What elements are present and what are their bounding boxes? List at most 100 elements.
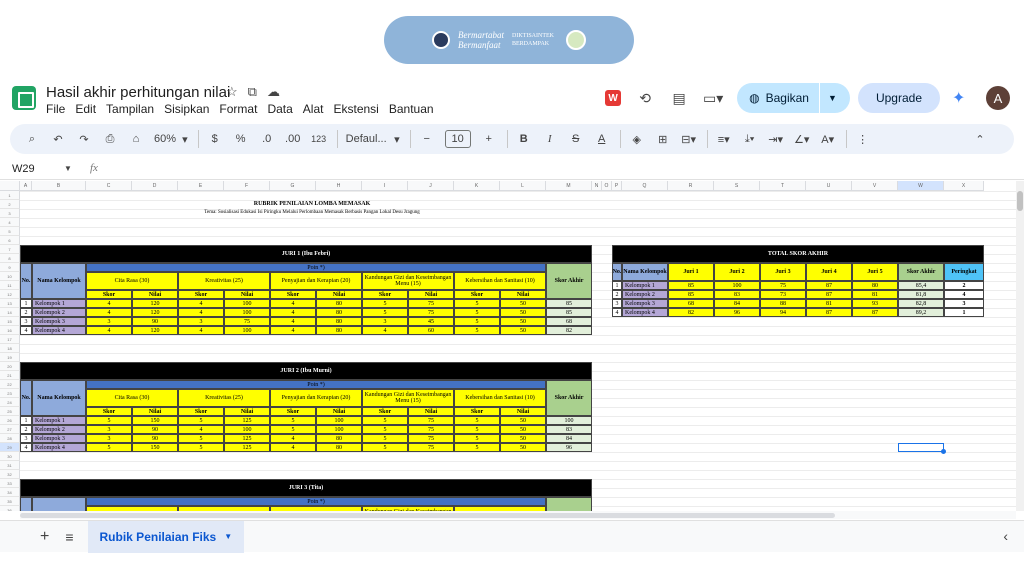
total-cell[interactable]: 83: [714, 290, 760, 299]
row-header[interactable]: 12: [0, 290, 20, 299]
nilai-header[interactable]: Nilai: [132, 407, 178, 416]
score-cell[interactable]: 5: [86, 443, 132, 452]
score-cell[interactable]: 50: [500, 434, 546, 443]
final-score-cell[interactable]: 85: [546, 308, 592, 317]
text-wrap-icon[interactable]: ⇥▾: [768, 133, 784, 146]
gemini-icon[interactable]: ✦: [952, 88, 972, 108]
row-number[interactable]: 3: [20, 434, 32, 443]
nilai-header[interactable]: Nilai: [316, 407, 362, 416]
score-cell[interactable]: 5: [178, 416, 224, 425]
score-cell[interactable]: 4: [270, 326, 316, 335]
score-cell[interactable]: 4: [362, 326, 408, 335]
score-cell[interactable]: 80: [316, 326, 362, 335]
row-number[interactable]: 2: [20, 308, 32, 317]
score-cell[interactable]: 100: [224, 425, 270, 434]
column-header[interactable]: B: [32, 181, 86, 191]
row-header[interactable]: 7: [0, 245, 20, 254]
total-cell[interactable]: 100: [714, 281, 760, 290]
score-cell[interactable]: 4: [86, 308, 132, 317]
final-score-cell[interactable]: 83: [546, 425, 592, 434]
score-cell[interactable]: 50: [500, 326, 546, 335]
score-cell[interactable]: 5: [362, 299, 408, 308]
paint-format-icon[interactable]: ⌂: [128, 133, 144, 145]
total-cell[interactable]: 85: [668, 281, 714, 290]
total-cell[interactable]: 81: [852, 290, 898, 299]
score-cell[interactable]: 125: [224, 443, 270, 452]
criteria-header[interactable]: Kandungan Gizi dan Keseimbangan Menu (15…: [362, 272, 454, 290]
score-cell[interactable]: 5: [270, 425, 316, 434]
score-cell[interactable]: 4: [86, 299, 132, 308]
score-cell[interactable]: 100: [316, 416, 362, 425]
skor-header[interactable]: Skor: [454, 407, 500, 416]
total-cell[interactable]: 2: [944, 281, 984, 290]
vertical-align-icon[interactable]: ⤓▾: [742, 133, 758, 146]
font-size-input[interactable]: 10: [444, 130, 471, 148]
row-header[interactable]: 6: [0, 236, 20, 245]
score-cell[interactable]: 50: [500, 308, 546, 317]
score-cell[interactable]: 3: [86, 317, 132, 326]
document-title[interactable]: Hasil akhir perhitungan nilai: [46, 84, 230, 101]
column-header[interactable]: Q: [622, 181, 668, 191]
score-cell[interactable]: 120: [132, 299, 178, 308]
tab-rubik-penilaian-fiks[interactable]: Rubik Penilaian Fiks ▼: [87, 520, 245, 553]
row-header[interactable]: 14: [0, 308, 20, 317]
score-cell[interactable]: 5: [454, 425, 500, 434]
row-number[interactable]: 1: [20, 416, 32, 425]
col-nama-header[interactable]: Nama Kelompok: [32, 380, 86, 416]
col-nama-header[interactable]: Nama Kelompok: [32, 497, 86, 511]
italic-button[interactable]: I: [542, 133, 558, 145]
total-header[interactable]: Juri 1: [668, 263, 714, 281]
all-sheets-icon[interactable]: ≡: [65, 529, 73, 545]
criteria-header[interactable]: Penyajian dan Kerapian (20): [270, 272, 362, 290]
column-header[interactable]: X: [944, 181, 984, 191]
total-header[interactable]: Juri 2: [714, 263, 760, 281]
row-header[interactable]: 10: [0, 272, 20, 281]
score-cell[interactable]: 125: [224, 416, 270, 425]
score-cell[interactable]: 4: [270, 434, 316, 443]
col-no-header[interactable]: No.: [20, 380, 32, 416]
col-no-header[interactable]: No.: [20, 497, 32, 511]
final-score-cell[interactable]: 100: [546, 416, 592, 425]
score-cell[interactable]: 5: [454, 317, 500, 326]
skor-header[interactable]: Skor: [178, 407, 224, 416]
score-cell[interactable]: 80: [316, 299, 362, 308]
score-cell[interactable]: 150: [132, 416, 178, 425]
score-cell[interactable]: 5: [454, 416, 500, 425]
juri1-title[interactable]: JURI 1 (Ibu Febri): [20, 245, 592, 263]
group-name[interactable]: Kelompok 4: [32, 443, 86, 452]
column-header[interactable]: R: [668, 181, 714, 191]
total-cell[interactable]: 80: [852, 281, 898, 290]
selected-cell-w29[interactable]: [898, 443, 946, 454]
menu-file[interactable]: File: [46, 102, 65, 116]
text-color-button[interactable]: A: [594, 133, 610, 145]
column-header[interactable]: U: [806, 181, 852, 191]
juri3-title[interactable]: JURI 3 (Tita): [20, 479, 592, 497]
total-cell[interactable]: 85,4: [898, 281, 944, 290]
score-cell[interactable]: 4: [178, 326, 224, 335]
menu-edit[interactable]: Edit: [75, 102, 96, 116]
row-header[interactable]: 2: [0, 200, 20, 209]
juri2-title[interactable]: JURI 2 (Ibu Murni): [20, 362, 592, 380]
strikethrough-button[interactable]: S: [568, 133, 584, 145]
total-cell[interactable]: 4: [612, 308, 622, 317]
score-cell[interactable]: 5: [178, 434, 224, 443]
row-header[interactable]: 27: [0, 425, 20, 434]
total-cell[interactable]: 96: [714, 308, 760, 317]
score-cell[interactable]: 90: [132, 317, 178, 326]
skor-header[interactable]: Skor: [454, 290, 500, 299]
score-cell[interactable]: 80: [316, 434, 362, 443]
row-header[interactable]: 18: [0, 344, 20, 353]
horizontal-scrollbar[interactable]: [20, 511, 1016, 519]
more-options-icon[interactable]: ⋮: [855, 133, 871, 146]
row-header[interactable]: 21: [0, 371, 20, 380]
total-cell[interactable]: Kelompok 3: [622, 299, 668, 308]
score-cell[interactable]: 90: [132, 425, 178, 434]
row-header[interactable]: 36: [0, 506, 20, 511]
skor-header[interactable]: Skor: [86, 290, 132, 299]
score-cell[interactable]: 60: [408, 326, 454, 335]
column-header[interactable]: G: [270, 181, 316, 191]
column-header[interactable]: P: [612, 181, 622, 191]
row-header[interactable]: 23: [0, 389, 20, 398]
row-number[interactable]: 2: [20, 425, 32, 434]
row-header[interactable]: 16: [0, 326, 20, 335]
